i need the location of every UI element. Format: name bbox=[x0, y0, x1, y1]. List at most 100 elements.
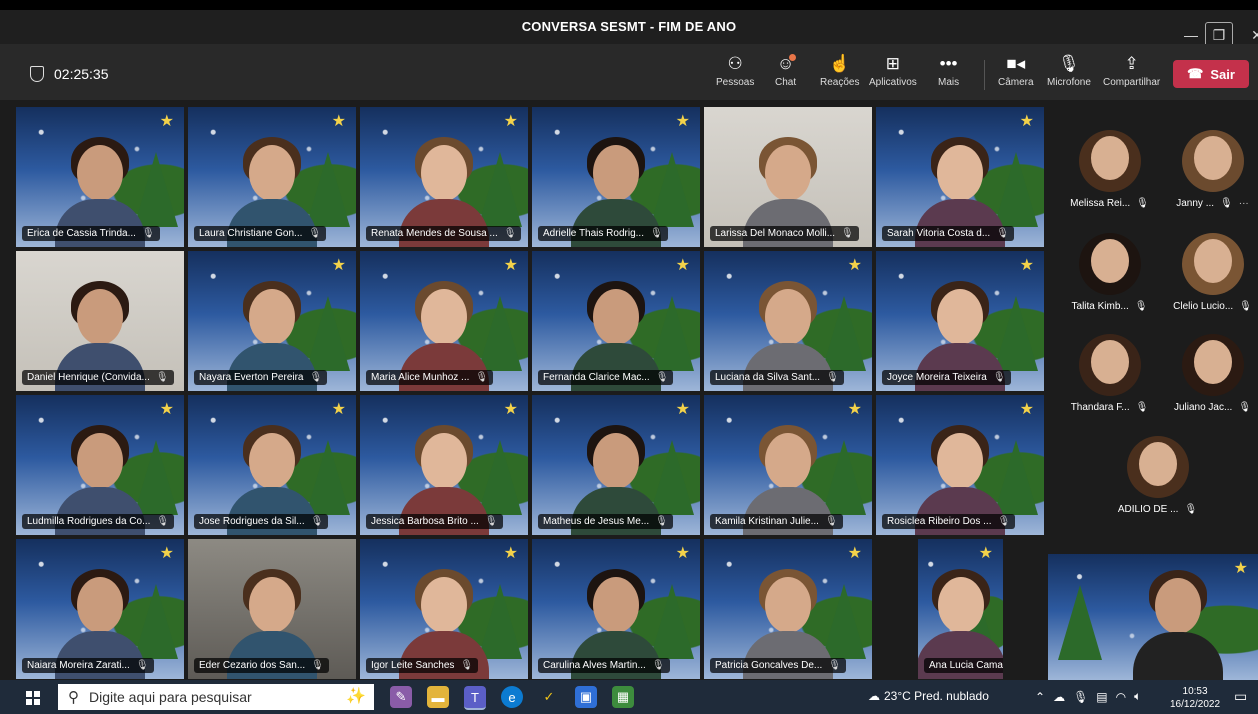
participant-tile[interactable]: ★ Jessica Barbosa Brito ... 🎙︎ bbox=[360, 395, 528, 535]
rail-participant[interactable]: Talita Kimb... 🎙︎ bbox=[1062, 233, 1157, 333]
microphone-button[interactable]: 🎙︎ Microfone bbox=[1047, 52, 1091, 88]
participant-tile[interactable]: ★ Rosiclea Ribeiro Dos ... 🎙︎ bbox=[876, 395, 1044, 535]
mic-muted-icon: 🎙︎ bbox=[824, 516, 838, 527]
mic-muted-icon: 🎙︎ bbox=[996, 228, 1009, 239]
leave-button[interactable]: ☎ Sair bbox=[1173, 60, 1249, 88]
mic-muted-icon: 🎙︎ bbox=[1184, 504, 1198, 515]
microphone-tray-icon[interactable]: 🎙︎ bbox=[1073, 690, 1088, 704]
avatar bbox=[1078, 233, 1141, 295]
more-button[interactable]: ••• Mais bbox=[938, 52, 959, 88]
participant-tile[interactable]: ★ Adrielle Thais Rodrig... 🎙︎ bbox=[532, 107, 700, 247]
participant-tile[interactable]: ★ Fernanda Clarice Mac... 🎙︎ bbox=[532, 251, 700, 391]
participant-video bbox=[1133, 570, 1224, 680]
participant-tile[interactable]: Larissa Del Monaco Molli... 🎙︎ bbox=[704, 107, 872, 247]
star-icon: ★ bbox=[675, 545, 690, 562]
weather-widget[interactable]: ☁ 23°C Pred. nublado bbox=[868, 689, 989, 703]
norton-icon[interactable]: ✓ bbox=[538, 686, 560, 708]
participant-name-label: Jessica Barbosa Brito ... 🎙︎ bbox=[366, 514, 503, 529]
participant-name: Patricia Goncalves De... bbox=[715, 660, 823, 671]
star-icon: ★ bbox=[503, 113, 518, 130]
participant-name: Talita Kimb... bbox=[1071, 301, 1129, 312]
video-stage: ★ Erica de Cassia Trinda... 🎙︎ ★ Laura Chris… bbox=[0, 100, 1258, 680]
participant-tile[interactable]: ★ Renata Mendes de Sousa ... 🎙︎ bbox=[360, 107, 528, 247]
people-button[interactable]: ⚇ Pessoas bbox=[716, 52, 754, 88]
edge-browser-icon[interactable]: e bbox=[501, 686, 523, 708]
rail-participant[interactable]: Janny ... 🎙︎ ··· bbox=[1165, 130, 1258, 230]
participant-tile[interactable]: ★ Erica de Cassia Trinda... 🎙︎ bbox=[16, 107, 184, 247]
search-icon: ⚲ bbox=[68, 689, 79, 706]
star-icon: ★ bbox=[159, 545, 174, 562]
windows-start-icon[interactable] bbox=[26, 691, 40, 705]
meeting-timer: 02:25:35 bbox=[30, 66, 109, 82]
participant-tile[interactable]: Eder Cezario dos San... 🎙︎ bbox=[188, 539, 356, 679]
notification-center-icon[interactable]: ▭ bbox=[1234, 688, 1247, 705]
participant-name-label: Renata Mendes de Sousa ... 🎙︎ bbox=[366, 226, 522, 241]
participant-tile[interactable]: ★ Ana Lucia Camara Be...🎙︎ bbox=[918, 539, 1003, 679]
taskbar-search-input[interactable]: ⚲ Digite aqui para pesquisar ✨ bbox=[58, 684, 374, 710]
participant-tile[interactable]: ★ Luciana da Silva Sant... 🎙︎ bbox=[704, 251, 872, 391]
share-button[interactable]: ⇪ Compartilhar bbox=[1103, 52, 1160, 88]
participant-tile[interactable]: ★ Jose Rodrigues da Sil... 🎙︎ bbox=[188, 395, 356, 535]
rail-participant[interactable]: Melissa Rei... 🎙︎ bbox=[1062, 130, 1157, 230]
participant-tile[interactable]: ★ Naiara Moreira Zarati... 🎙︎ bbox=[16, 539, 184, 679]
star-icon: ★ bbox=[159, 401, 174, 418]
participant-tile[interactable]: ★ Patricia Goncalves De... 🎙︎ bbox=[704, 539, 872, 679]
reactions-button[interactable]: ☝ Reações bbox=[820, 52, 859, 88]
participant-name-label: Carulina Alves Martin... 🎙︎ bbox=[538, 658, 670, 673]
participant-tile[interactable]: ★ Ludmilla Rodrigues da Co... 🎙︎ bbox=[16, 395, 184, 535]
mic-muted-icon: 🎙︎ bbox=[484, 516, 498, 527]
star-icon: ★ bbox=[159, 113, 174, 130]
participant-tile[interactable]: Daniel Henrique (Convida... 🎙︎ bbox=[16, 251, 184, 391]
rail-participant[interactable]: Juliano Jac... 🎙︎ bbox=[1165, 334, 1258, 434]
participant-tile[interactable]: ★ Matheus de Jesus Me... 🎙︎ bbox=[532, 395, 700, 535]
onedrive-cloud-icon[interactable]: ☁ bbox=[1053, 690, 1065, 704]
participant-tile[interactable]: ★ Kamila Kristinan Julie... 🎙︎ bbox=[704, 395, 872, 535]
file-explorer-icon[interactable]: ▬ bbox=[427, 686, 449, 708]
participant-name-label: Larissa Del Monaco Molli... 🎙︎ bbox=[710, 226, 859, 241]
participant-name: Renata Mendes de Sousa ... bbox=[371, 228, 498, 239]
participant-name: Igor Leite Sanches bbox=[371, 660, 455, 671]
remote-desktop-icon[interactable]: ▣ bbox=[575, 686, 597, 708]
participant-tile[interactable]: ★ Laura Christiane Gon... 🎙︎ bbox=[188, 107, 356, 247]
chat-button[interactable]: ☺ Chat bbox=[775, 52, 797, 88]
participant-tile[interactable]: ★ Carulina Alves Martin... 🎙︎ bbox=[532, 539, 700, 679]
mic-muted-icon: 🎙︎ bbox=[655, 372, 669, 383]
participant-tile[interactable]: ★ Sarah Vitoria Costa d... 🎙︎ bbox=[876, 107, 1044, 247]
apps-button[interactable]: ⊞ Aplicativos bbox=[869, 52, 917, 88]
participant-name-label: Matheus de Jesus Me... 🎙︎ bbox=[538, 514, 673, 529]
rail-participant[interactable]: ADILIO DE ... 🎙︎ bbox=[1110, 436, 1205, 536]
rail-name-row: Melissa Rei... 🎙︎ bbox=[1070, 198, 1149, 209]
participant-tile[interactable]: ★ Nayara Everton Pereira 🎙︎ bbox=[188, 251, 356, 391]
paint-app-icon[interactable]: ✎ bbox=[390, 686, 412, 708]
chevron-up-icon[interactable]: ⌃ bbox=[1035, 690, 1045, 704]
rail-participant[interactable]: Thandara F... 🎙︎ bbox=[1062, 334, 1157, 434]
spreadsheet-app-icon[interactable]: ▦ bbox=[612, 686, 634, 708]
network-icon[interactable]: ▤ bbox=[1096, 690, 1107, 704]
volume-icon[interactable]: 🔈︎ bbox=[1134, 689, 1141, 704]
chat-icon: ☺ bbox=[776, 54, 797, 73]
search-highlight-icon: ✨ bbox=[346, 688, 366, 705]
taskbar-clock[interactable]: 10:53 16/12/2022 bbox=[1170, 685, 1220, 711]
mic-muted-icon: 🎙︎ bbox=[992, 372, 1006, 383]
participant-name-label: Jose Rodrigues da Sil... 🎙︎ bbox=[194, 514, 329, 529]
rail-participant[interactable]: Clelio Lucio... 🎙︎ bbox=[1165, 233, 1258, 333]
notification-dot bbox=[789, 54, 797, 61]
participant-tile[interactable]: ★ Maria Alice Munhoz ... 🎙︎ bbox=[360, 251, 528, 391]
star-icon: ★ bbox=[847, 257, 862, 274]
participant-tile[interactable]: ★ Igor Leite Sanches 🎙︎ bbox=[360, 539, 528, 679]
teams-app-icon[interactable]: T bbox=[464, 686, 486, 710]
star-icon: ★ bbox=[847, 545, 862, 562]
more-options-icon[interactable]: ··· bbox=[1239, 198, 1249, 209]
camera-button[interactable]: ■◂ Câmera bbox=[998, 52, 1034, 88]
windows-taskbar: ⚲ Digite aqui para pesquisar ✨ ✎ ▬ T e ✓… bbox=[0, 680, 1258, 714]
participant-tile[interactable]: ★ Joyce Moreira Teixeira 🎙︎ bbox=[876, 251, 1044, 391]
self-view-tile[interactable]: ★ bbox=[1048, 554, 1258, 680]
system-tray: ⌃ ☁ 🎙︎ ▤ ◠ 🔈︎ bbox=[1035, 689, 1141, 704]
mic-muted-icon: 🎙︎ bbox=[475, 372, 489, 383]
participant-name: Fernanda Clarice Mac... bbox=[543, 372, 650, 383]
microphone-label: Microfone bbox=[1047, 77, 1091, 88]
mic-muted-icon: 🎙︎ bbox=[310, 516, 324, 527]
participant-name: Jose Rodrigues da Sil... bbox=[199, 516, 305, 527]
participant-name: Joyce Moreira Teixeira bbox=[887, 372, 987, 383]
wifi-icon[interactable]: ◠ bbox=[1116, 690, 1126, 704]
